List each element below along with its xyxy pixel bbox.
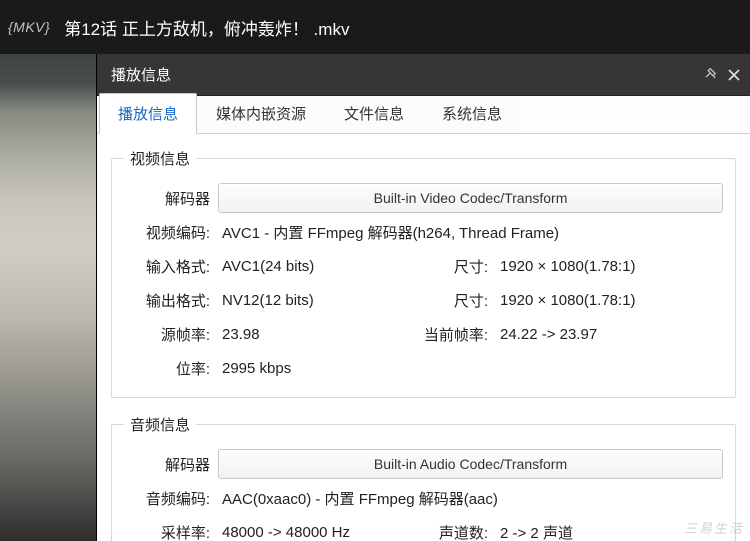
pin-icon[interactable] — [704, 68, 718, 82]
video-input-size-value: 1920 × 1080(1.78:1) — [496, 258, 723, 275]
audio-codec-label: 音频编码: — [124, 488, 214, 509]
video-decoder-label: 解码器 — [124, 188, 214, 209]
video-src-fps-label: 源帧率: — [124, 324, 214, 345]
video-output-format-value: NV12(12 bits) — [218, 292, 408, 309]
audio-decoder-button[interactable]: Built-in Audio Codec/Transform — [218, 449, 723, 479]
audio-decoder-label: 解码器 — [124, 454, 214, 475]
tab-system-info[interactable]: 系统信息 — [423, 93, 521, 133]
tab-file-info[interactable]: 文件信息 — [325, 93, 423, 133]
tab-bar: 播放信息 媒体内嵌资源 文件信息 系统信息 — [97, 96, 750, 134]
panel-title: 播放信息 — [111, 64, 171, 85]
video-output-size-value: 1920 × 1080(1.78:1) — [496, 292, 723, 309]
tab-content: 视频信息 解码器 Built-in Video Codec/Transform … — [97, 134, 750, 541]
audio-codec-value: AAC(0xaac0) - 内置 FFmpeg 解码器(aac) — [218, 488, 723, 509]
audio-channels-label: 声道数: — [412, 522, 492, 541]
video-input-format-value: AVC1(24 bits) — [218, 258, 408, 275]
video-codec-value: AVC1 - 内置 FFmpeg 解码器(h264, Thread Frame) — [218, 222, 723, 243]
close-icon[interactable] — [728, 69, 740, 81]
audio-sample-rate-value: 48000 -> 48000 Hz — [218, 524, 408, 541]
video-info-group: 视频信息 解码器 Built-in Video Codec/Transform … — [111, 148, 736, 398]
video-decoder-button[interactable]: Built-in Video Codec/Transform — [218, 183, 723, 213]
video-input-format-label: 输入格式: — [124, 256, 214, 277]
audio-info-group: 音频信息 解码器 Built-in Audio Codec/Transform … — [111, 414, 736, 541]
video-cur-fps-value: 24.22 -> 23.97 — [496, 326, 723, 343]
tab-playback-info[interactable]: 播放信息 — [99, 93, 197, 134]
video-cur-fps-label: 当前帧率: — [412, 324, 492, 345]
format-tag: {MKV} — [8, 19, 50, 35]
video-output-size-label: 尺寸: — [412, 290, 492, 311]
video-preview[interactable] — [0, 54, 97, 541]
audio-sample-rate-label: 采样率: — [124, 522, 214, 541]
panel-header: 播放信息 — [97, 54, 750, 96]
video-bitrate-label: 位率: — [124, 358, 214, 379]
titlebar: {MKV} 第12话 正上方敌机，俯冲轰炸！ .mkv — [0, 0, 750, 54]
video-codec-label: 视频编码: — [124, 222, 214, 243]
video-src-fps-value: 23.98 — [218, 326, 408, 343]
video-legend: 视频信息 — [124, 148, 196, 169]
info-panel: 播放信息 播放信息 媒体内嵌资源 文件信息 系统信息 视频信息 解码器 — [97, 54, 750, 541]
audio-legend: 音频信息 — [124, 414, 196, 435]
video-bitrate-value: 2995 kbps — [218, 360, 723, 377]
video-output-format-label: 输出格式: — [124, 290, 214, 311]
tab-embedded-resources[interactable]: 媒体内嵌资源 — [197, 93, 325, 133]
audio-channels-value: 2 -> 2 声道 — [496, 522, 723, 541]
window-title: 第12话 正上方敌机，俯冲轰炸！ .mkv — [64, 15, 349, 40]
video-input-size-label: 尺寸: — [412, 256, 492, 277]
